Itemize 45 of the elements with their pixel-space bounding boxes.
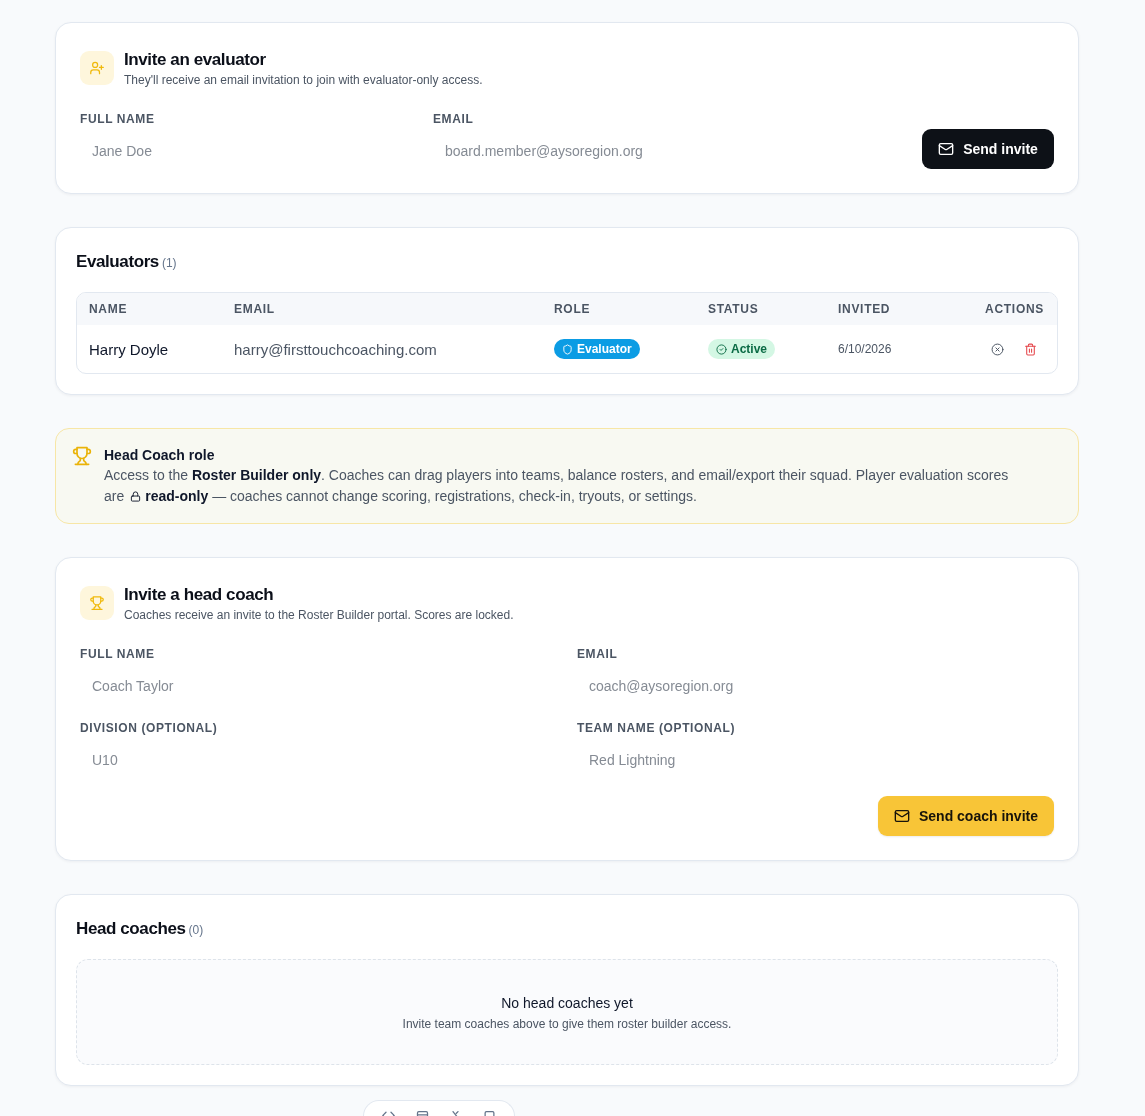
lock-icon <box>130 491 142 502</box>
table-cell-text: Harry Doyle <box>89 340 170 358</box>
field-label: EMAIL <box>577 646 619 662</box>
trophy-icon <box>72 446 92 466</box>
count-label: (1) <box>161 256 177 270</box>
field-label: FULL NAME <box>80 111 156 127</box>
mail-icon <box>938 141 955 157</box>
section-subtitle: Coaches receive an invite to the Roster Builder portal. Scores are locked. <box>124 607 514 622</box>
section-title: Evaluators <box>76 252 159 272</box>
section-title: Head coaches <box>76 919 186 939</box>
field-label: FULL NAME <box>80 646 156 662</box>
column-header: INVITED <box>838 302 892 316</box>
mail-icon <box>893 808 910 824</box>
count-label: (0) <box>188 923 204 937</box>
code-icon[interactable] <box>381 1111 397 1116</box>
user-plus-icon <box>80 51 114 85</box>
empty-state-title: No head coaches yet <box>501 994 633 1013</box>
table-cell-text: 6/10/2026 <box>838 342 893 356</box>
status-label: Active <box>731 342 768 356</box>
column-header: ACTIONS <box>985 302 1044 316</box>
revoke-icon[interactable] <box>991 342 1004 356</box>
shield-icon <box>562 343 573 355</box>
column-header: ROLE <box>554 302 592 316</box>
trash-icon[interactable] <box>1024 342 1037 356</box>
role-label: Evaluator <box>577 342 632 356</box>
banner-description: Access to the Roster Builder only. Coaches can drag players into teams, balance rosters, and email/export their squad. Player evaluation scores <box>104 466 1009 485</box>
field-label: DIVISION (OPTIONAL) <box>80 720 219 736</box>
field-label: EMAIL <box>433 111 475 127</box>
trophy-icon <box>80 586 114 620</box>
column-header: EMAIL <box>234 302 276 316</box>
banner-description: read-only — coaches cannot change scoring, registrations, check-in, tryouts, or settings. <box>145 487 697 506</box>
banner-description: are <box>104 487 125 506</box>
column-header: NAME <box>89 302 129 316</box>
empty-state-text: Invite team coaches above to give them roster builder access. <box>402 1016 732 1033</box>
panel-icon[interactable] <box>414 1111 430 1116</box>
send-invite-button[interactable]: Send invite <box>922 129 1054 169</box>
table-cell-text: harry@firsttouchcoaching.com <box>234 340 438 358</box>
section-title: Invite an evaluator <box>124 49 267 70</box>
send-coach-invite-button[interactable]: Send coach invite <box>877 796 1054 836</box>
check-circle-icon <box>716 343 727 355</box>
field-label: TEAM NAME (OPTIONAL) <box>577 720 736 736</box>
section-title: Invite a head coach <box>124 584 275 605</box>
section-subtitle: They'll receive an email invitation to join with evaluator-only access. <box>124 72 483 87</box>
banner-title: Head Coach role <box>104 446 216 465</box>
column-header: STATUS <box>708 302 760 316</box>
